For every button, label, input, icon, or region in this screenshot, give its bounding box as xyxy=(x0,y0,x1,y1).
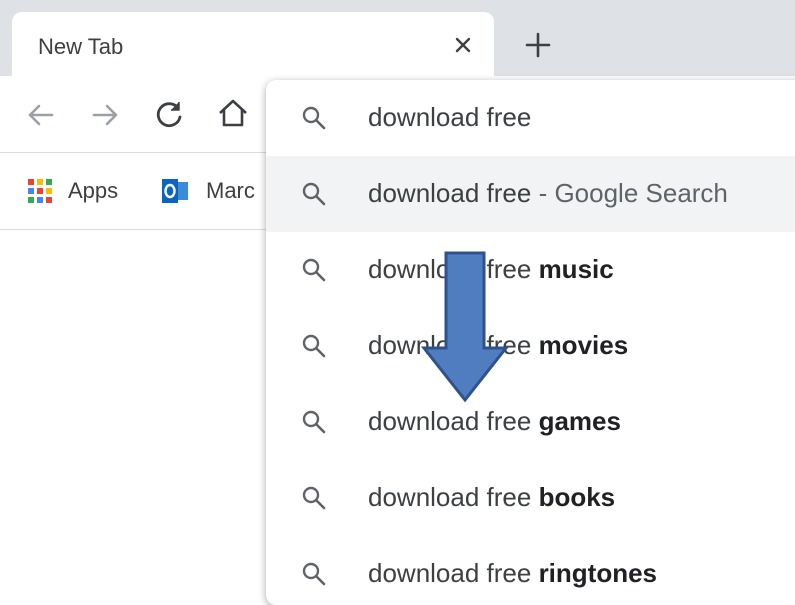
search-icon xyxy=(302,562,326,586)
bookmark-label: Apps xyxy=(68,178,119,203)
omnibox-input-row[interactable]: download free xyxy=(266,80,795,156)
suggestion-text: download free ringtones xyxy=(368,558,658,588)
tab-title: New Tab xyxy=(38,34,124,59)
arrow-left-icon[interactable] xyxy=(24,98,58,132)
bookmark-label: Marc xyxy=(206,178,255,203)
suggestion-item[interactable]: download free - Google Search xyxy=(266,156,795,232)
suggestion-item[interactable]: download free movies xyxy=(266,308,795,384)
search-icon xyxy=(302,334,326,358)
search-icon xyxy=(302,258,326,282)
suggestion-item[interactable]: download free books xyxy=(266,460,795,536)
bookmark-apps[interactable]: Apps xyxy=(26,175,118,207)
suggestion-item[interactable]: download free music xyxy=(266,232,795,308)
search-icon xyxy=(302,410,326,434)
close-icon[interactable] xyxy=(450,32,476,58)
outlook-icon xyxy=(162,179,188,203)
omnibox-input[interactable]: download free xyxy=(368,102,531,133)
arrow-right-icon[interactable] xyxy=(88,98,122,132)
new-tab-plus-icon[interactable] xyxy=(523,30,553,60)
bookmark-marc[interactable]: Marc xyxy=(160,175,255,207)
suggestion-source: - Google Search xyxy=(531,178,728,208)
search-icon xyxy=(302,182,326,206)
tab-strip: New Tab xyxy=(0,0,795,82)
arrow-down-icon xyxy=(420,251,510,403)
search-icon xyxy=(302,106,326,130)
tab-new-tab[interactable]: New Tab xyxy=(12,12,494,82)
home-icon[interactable] xyxy=(216,96,250,130)
suggestion-text: download free books xyxy=(368,482,616,512)
search-icon xyxy=(302,486,326,510)
suggestion-item[interactable]: download free ringtones xyxy=(266,536,795,605)
suggestion-text: download free games xyxy=(368,406,621,436)
reload-icon[interactable] xyxy=(153,98,187,132)
apps-grid-icon xyxy=(26,177,54,205)
suggestion-text: download free - Google Search xyxy=(368,178,728,208)
suggestion-item[interactable]: download free games xyxy=(266,384,795,460)
omnibox-dropdown: download free download free - Google Sea… xyxy=(266,80,795,605)
